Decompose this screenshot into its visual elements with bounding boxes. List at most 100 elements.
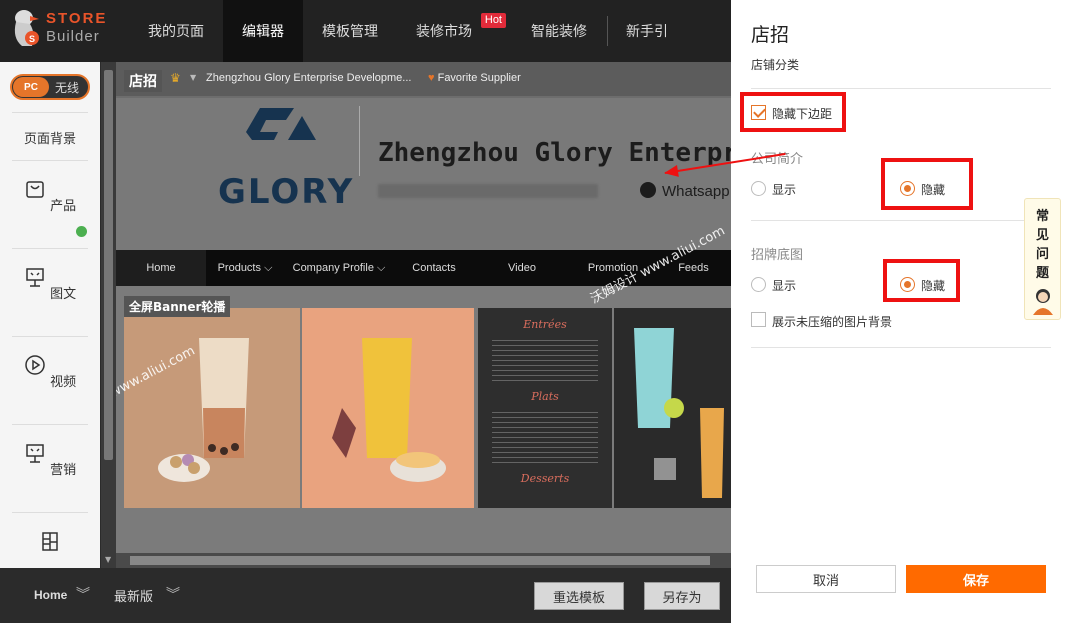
iced-drinks-image-icon — [614, 308, 731, 508]
fullscreen-banner-tag[interactable]: 全屏Banner轮播 — [124, 296, 231, 317]
company-intro-hide-label[interactable]: 隐藏 — [921, 181, 945, 198]
scroll-down-arrow-icon[interactable]: ▼ — [105, 555, 111, 564]
nav-beginner-guide[interactable]: 新手引 — [608, 0, 668, 62]
panel-divider — [751, 347, 1051, 348]
menu-item-video[interactable]: Video — [474, 250, 570, 286]
nav-decoration-market[interactable]: 装修市场 Hot — [397, 0, 512, 62]
faq-text: 常 见 问 题 — [1025, 199, 1060, 283]
store-builder-logo[interactable]: S STORE Builder — [0, 0, 140, 62]
sidebar-item-graphic-text[interactable]: 图文 — [0, 266, 100, 302]
email-blurred — [378, 184, 598, 198]
menu-board-section: Desserts — [520, 472, 570, 485]
nav-editor[interactable]: 编辑器 — [223, 0, 303, 62]
company-intro-show-radio[interactable] — [751, 181, 766, 196]
bird-logo-icon: S — [14, 10, 39, 46]
chevron-down-icon[interactable]: ︾ — [76, 584, 90, 604]
banner-slide-menu-board: Entrées Plats Desserts — [478, 308, 612, 508]
sidebar-scrollbar[interactable]: ▼ — [101, 62, 116, 568]
banner-carousel[interactable]: Entrées Plats Desserts 全屏Banner轮播 — [116, 286, 731, 568]
left-sidebar: PC 无线 页面背景 产品 图文 视频 营销 — [0, 62, 100, 568]
chevron-down-icon: ⌵ — [264, 261, 273, 274]
cancel-button[interactable]: 取消 — [756, 565, 896, 593]
menu-item-home[interactable]: Home — [116, 250, 206, 286]
sidebar-item-label: 产品 — [50, 199, 77, 214]
bottom-toolbar: Home ︾ 最新版 ︾ 重选模板 另存为 — [0, 568, 731, 623]
layout-icon — [42, 532, 58, 551]
panel-divider — [751, 88, 1051, 89]
sidebar-divider — [12, 248, 88, 249]
bag-icon — [26, 181, 44, 198]
whatsapp-contact: Whatsapp — [640, 182, 730, 200]
nav-template-manage[interactable]: 模板管理 — [303, 0, 397, 62]
company-intro-hide-radio[interactable] — [900, 181, 915, 196]
sidebar-item-label: 页面背景 — [23, 132, 76, 147]
chevron-down-icon[interactable]: ︾ — [166, 584, 180, 604]
sign-background-hide-label[interactable]: 隐藏 — [921, 277, 945, 294]
logo-builder-text: Builder — [46, 28, 100, 45]
faq-char: 见 — [1035, 228, 1049, 243]
glory-logo-text: GLORY — [218, 172, 355, 212]
sidebar-divider — [12, 512, 88, 513]
sidebar-item-video[interactable]: 视频 — [0, 354, 100, 390]
menu-item-products[interactable]: Products ⌵ — [206, 250, 284, 286]
whatsapp-label: Whatsapp — [662, 183, 730, 200]
sidebar-item-products[interactable]: 产品 — [0, 178, 100, 214]
show-uncompressed-checkbox[interactable] — [751, 312, 766, 327]
support-agent-icon — [1033, 289, 1053, 315]
company-title: Zhengzhou Glory Enterprise D — [378, 138, 731, 168]
pc-toggle-option[interactable]: PC — [13, 77, 49, 97]
top-nav: S STORE Builder 我的页面 编辑器 模板管理 装修市场 Hot 智… — [0, 0, 731, 62]
version-selector[interactable]: 最新版 — [114, 586, 153, 605]
store-name: Zhengzhou Glory Enterprise Developme... — [206, 72, 412, 84]
sign-background-show-radio[interactable] — [751, 277, 766, 292]
company-intro-show-label[interactable]: 显示 — [772, 181, 796, 198]
sidebar-item-marketing[interactable]: 营销 — [0, 442, 100, 478]
pc-wireless-toggle[interactable]: PC 无线 — [10, 74, 90, 100]
faq-char: 常 — [1035, 209, 1049, 224]
whatsapp-icon — [640, 182, 656, 198]
menu-board-section: Plats — [531, 390, 559, 403]
faq-widget[interactable]: 常 见 问 题 — [1024, 198, 1061, 320]
nav-my-pages[interactable]: 我的页面 — [129, 0, 223, 62]
store-info-bar: 店招 ♛ ▼ Zhengzhou Glory Enterprise Develo… — [116, 62, 731, 96]
nav-smart-decoration[interactable]: 智能装修 — [512, 0, 607, 62]
menu-item-contacts[interactable]: Contacts — [394, 250, 474, 286]
menu-board-lines — [492, 408, 598, 466]
canvas-horizontal-scrollbar[interactable] — [116, 553, 731, 568]
editor-canvas[interactable]: 店招 ♛ ▼ Zhengzhou Glory Enterprise Develo… — [116, 62, 731, 568]
scrollbar-thumb[interactable] — [130, 556, 710, 565]
banner-slide-bubble-tea — [124, 308, 300, 508]
hide-bottom-margin-checkbox[interactable] — [751, 105, 766, 120]
save-button[interactable]: 保存 — [906, 565, 1046, 593]
hot-badge: Hot — [480, 13, 506, 28]
favorite-supplier[interactable]: ♥ Favorite Supplier — [428, 72, 521, 84]
sidebar-item-layout[interactable] — [0, 530, 100, 566]
sign-background-show-label[interactable]: 显示 — [772, 277, 796, 294]
wireless-toggle-option[interactable]: 无线 — [55, 79, 79, 96]
shop-sign-tag[interactable]: 店招 — [124, 70, 162, 92]
logo-store-text: STORE — [46, 10, 108, 27]
shop-sign-preview[interactable] — [116, 98, 731, 250]
panel-divider — [751, 220, 1051, 221]
heart-icon: ♥ — [428, 72, 435, 84]
sign-background-hide-radio[interactable] — [900, 277, 915, 292]
page-selector[interactable]: Home — [34, 588, 67, 602]
bubble-tea-image-icon — [124, 308, 300, 508]
sidebar-divider — [12, 160, 88, 161]
faq-char: 问 — [1035, 247, 1049, 262]
sign-background-label: 招牌底图 — [751, 248, 804, 263]
sidebar-divider — [12, 112, 88, 113]
faq-char: 题 — [1035, 266, 1049, 281]
shop-category-link[interactable]: 店铺分类 — [751, 56, 799, 73]
sidebar-divider — [12, 424, 88, 425]
sidebar-item-label: 图文 — [50, 287, 77, 302]
show-uncompressed-label[interactable]: 展示未压缩的图片背景 — [772, 313, 892, 330]
menu-item-company-profile[interactable]: Company Profile ⌵ — [284, 250, 394, 286]
reselect-template-button[interactable]: 重选模板 — [534, 582, 624, 610]
sidebar-item-page-background[interactable]: 页面背景 — [0, 128, 100, 147]
hide-bottom-margin-label[interactable]: 隐藏下边距 — [772, 105, 832, 122]
scrollbar-thumb[interactable] — [104, 70, 113, 460]
save-as-button[interactable]: 另存为 — [644, 582, 720, 610]
sidebar-item-label: 视频 — [50, 375, 77, 390]
banner-slide-drinks — [614, 308, 731, 508]
